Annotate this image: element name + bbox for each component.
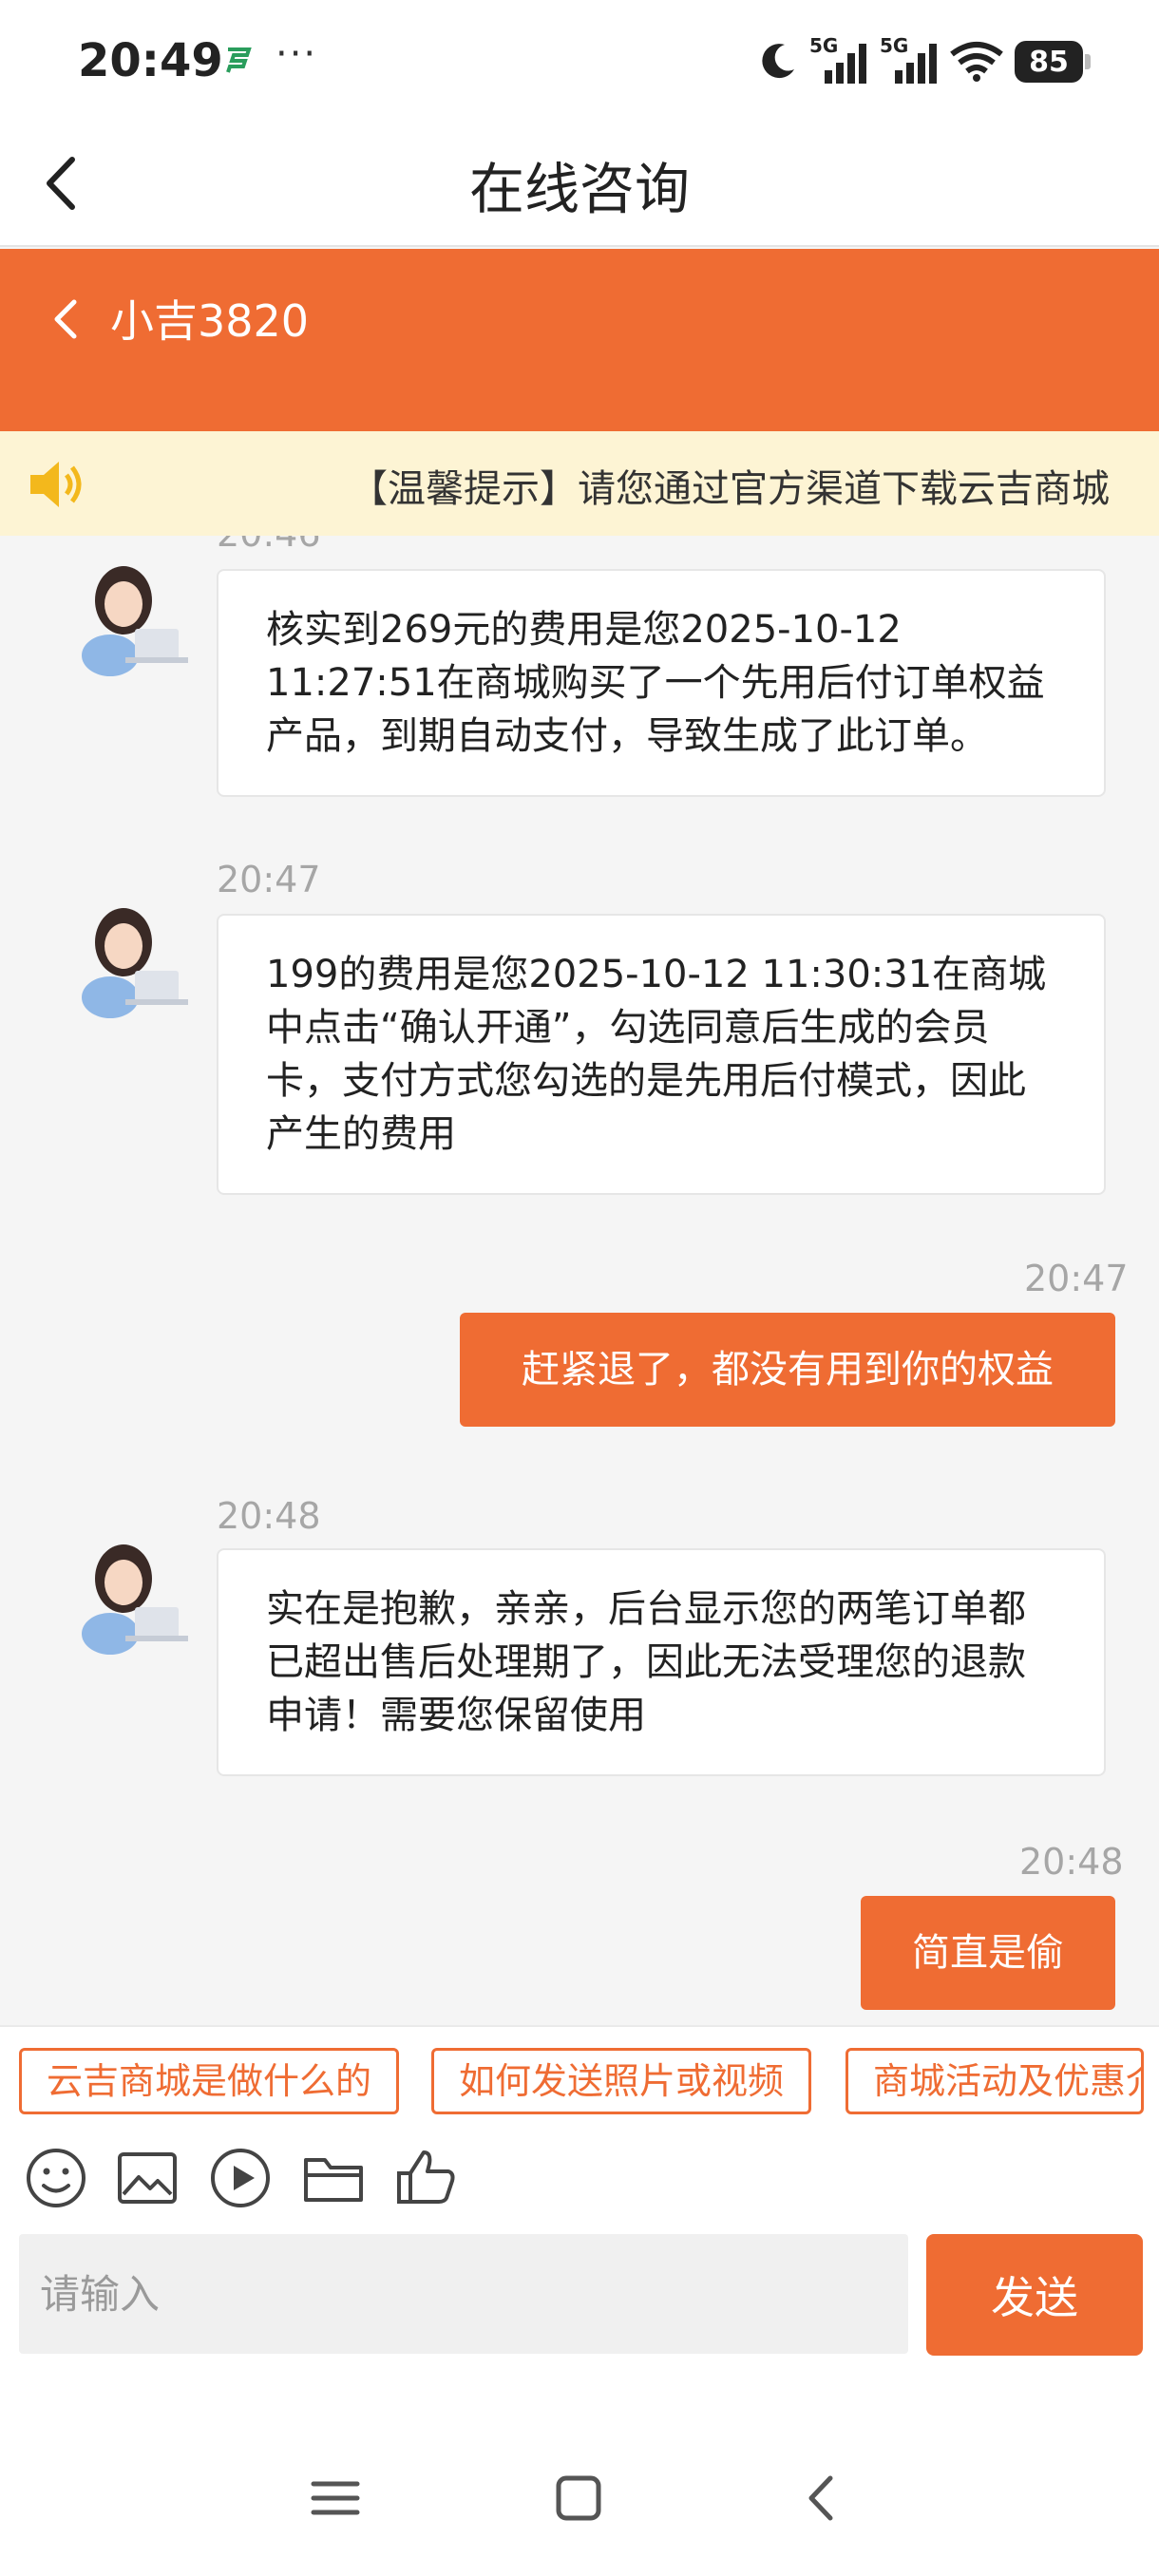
message-timestamp: 20:48 xyxy=(1019,1841,1124,1883)
message-timestamp: 20:48 xyxy=(217,1495,321,1537)
speaker-icon xyxy=(30,462,82,507)
user-message-bubble: 简直是偷 xyxy=(861,1896,1115,2010)
home-icon[interactable] xyxy=(545,2465,612,2531)
agent-avatar xyxy=(82,1544,188,1655)
message-timestamp: 20:47 xyxy=(1024,1258,1129,1299)
input-toolbar xyxy=(0,2139,1159,2234)
quick-reply-chip[interactable]: 商城活动及优惠介绍 xyxy=(846,2048,1144,2114)
agent-name: 小吉3820 xyxy=(110,295,310,347)
folder-icon[interactable] xyxy=(300,2145,367,2211)
signal-icon-1: 5G xyxy=(809,34,868,85)
video-icon[interactable] xyxy=(207,2145,274,2211)
emoji-icon[interactable] xyxy=(23,2145,89,2211)
agent-bar: 小吉3820 xyxy=(0,249,1159,431)
system-nav-bar xyxy=(0,2372,1159,2576)
back-icon[interactable] xyxy=(788,2465,855,2531)
moon-icon xyxy=(762,44,794,79)
thumbs-up-icon[interactable] xyxy=(393,2145,460,2211)
user-message-bubble: 赶紧退了，都没有用到你的权益 xyxy=(460,1313,1115,1427)
message-timestamp: 20:47 xyxy=(217,859,321,900)
chat-area[interactable]: 20:46 核实到269元的费用是您2025-10-12 11:27:51在商城… xyxy=(0,536,1159,2025)
quick-reply-chip[interactable]: 如何发送照片或视频 xyxy=(431,2048,812,2114)
agent-message-bubble: 核实到269元的费用是您2025-10-12 11:27:51在商城购买了一个先… xyxy=(217,569,1106,797)
message-timestamp: 20:46 xyxy=(217,536,321,555)
network-type-2: 5G xyxy=(880,34,909,57)
message-input-row: 发送 xyxy=(0,2234,1159,2372)
send-button[interactable]: 发送 xyxy=(926,2234,1143,2356)
network-type-1: 5G xyxy=(809,34,839,57)
image-icon[interactable] xyxy=(114,2145,180,2211)
app-notification-icon xyxy=(226,47,252,73)
page-header: 在线咨询 xyxy=(0,123,1159,247)
status-right-group: 5G 5G 85 xyxy=(756,34,1091,85)
battery-indicator: 85 xyxy=(1015,41,1091,83)
agent-avatar xyxy=(82,566,188,676)
agent-avatar xyxy=(82,908,188,1018)
quick-reply-chip[interactable]: 云吉商城是做什么的 xyxy=(19,2048,400,2114)
agent-message-bubble: 实在是抱歉，亲亲，后台显示您的两笔订单都已超出售后处理期了，因此无法受理您的退款… xyxy=(217,1548,1106,1776)
page-title: 在线咨询 xyxy=(468,157,690,221)
status-bar: 20:49 ··· 5G 5G 85 xyxy=(0,0,1159,123)
message-input[interactable] xyxy=(19,2234,908,2354)
agent-back-icon[interactable] xyxy=(46,291,84,348)
menu-icon[interactable] xyxy=(302,2465,369,2531)
agent-message-bubble: 199的费用是您2025-10-12 11:30:31在商城中点击“确认开通”，… xyxy=(217,914,1106,1195)
signal-icon-2: 5G xyxy=(880,34,939,85)
quick-reply-bar: 云吉商城是做什么的 如何发送照片或视频 商城活动及优惠介绍 xyxy=(0,2025,1159,2139)
wifi-icon xyxy=(950,42,1003,82)
status-more-indicator: ··· xyxy=(276,32,318,76)
status-time: 20:49 xyxy=(78,34,223,87)
notice-text: 【温馨提示】请您通过官方渠道下载云吉商城 xyxy=(350,467,1110,511)
notice-banner: 【温馨提示】请您通过官方渠道下载云吉商城 xyxy=(0,431,1159,536)
